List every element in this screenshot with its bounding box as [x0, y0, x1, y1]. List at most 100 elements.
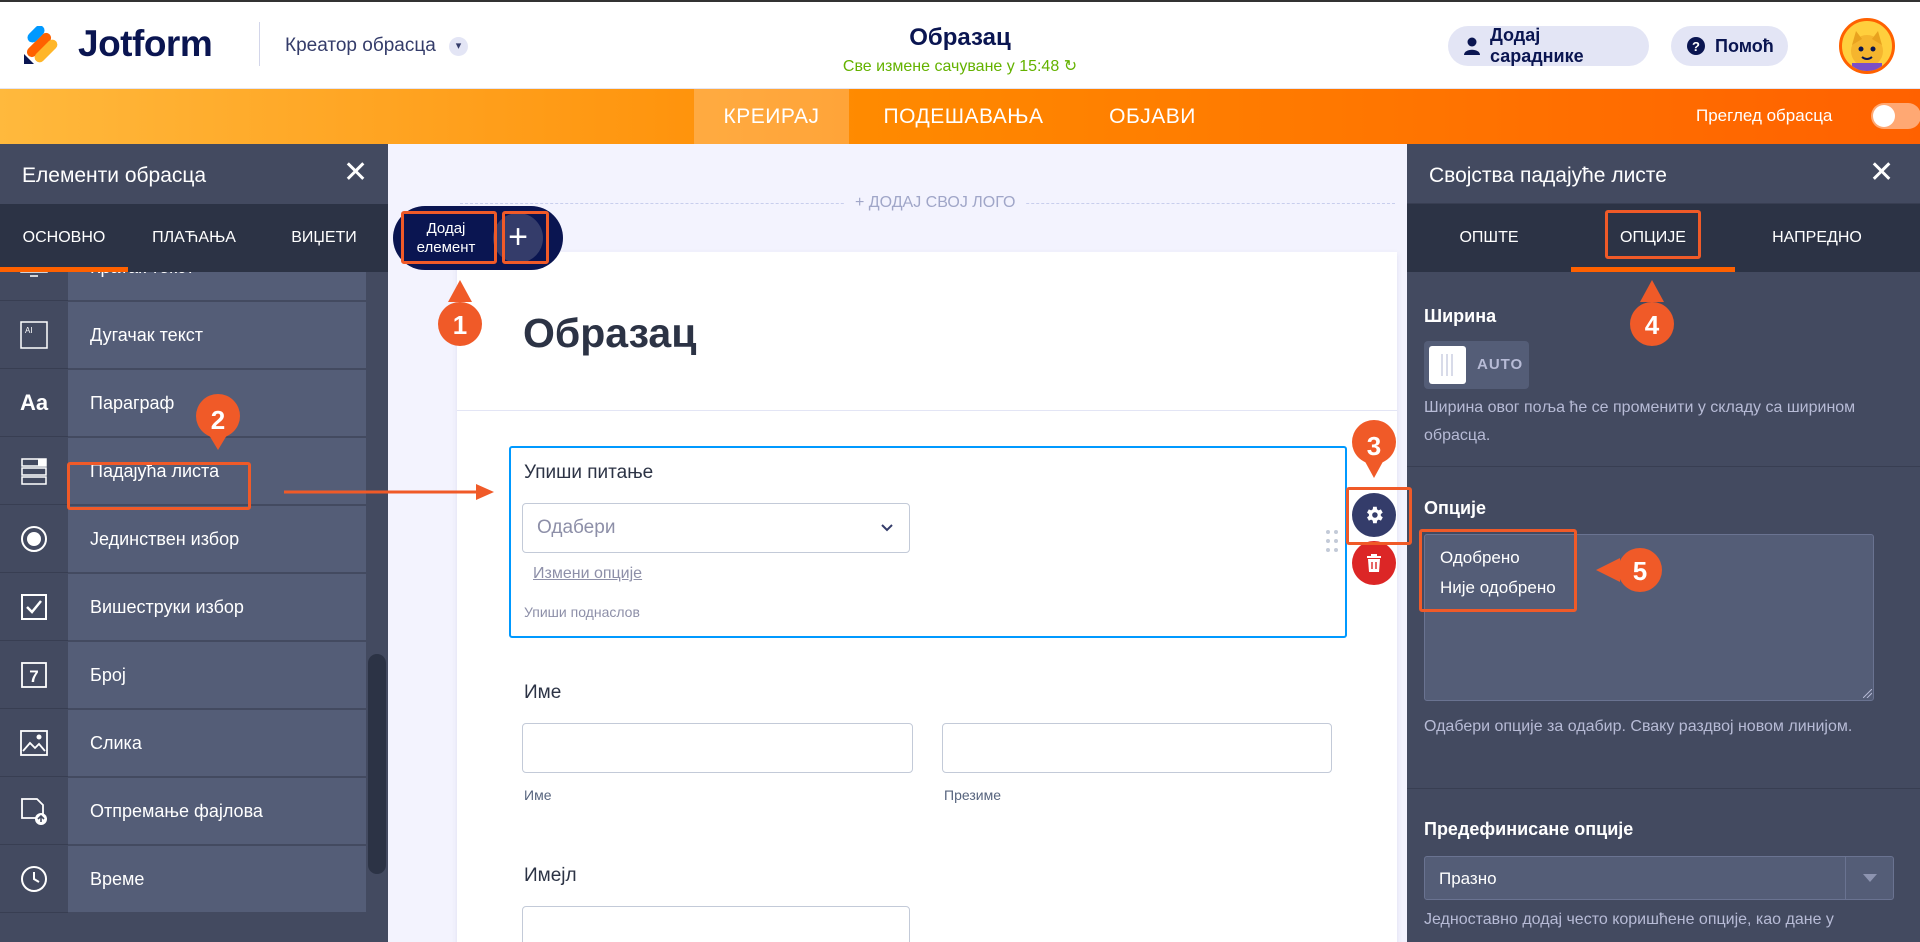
element-number[interactable]: 7 Број	[0, 642, 366, 710]
tab-general[interactable]: ОПШТЕ	[1407, 204, 1571, 272]
svg-text:7: 7	[29, 667, 38, 686]
name-field-label[interactable]: Име	[524, 682, 561, 704]
element-short-text[interactable]: ABC Кратак текст	[0, 272, 366, 302]
element-file-upload[interactable]: Отпремање фајлова	[0, 778, 366, 846]
width-slider-handle[interactable]	[1429, 346, 1466, 384]
select-arrow[interactable]	[1845, 857, 1893, 899]
clock-icon	[0, 846, 68, 913]
form-preview-toggle[interactable]	[1871, 103, 1920, 129]
delete-field-button[interactable]	[1352, 541, 1396, 585]
width-description: Ширина овог поља ће се променити у склад…	[1424, 399, 1856, 444]
elements-scrollbar[interactable]	[366, 272, 388, 942]
builder-nav-bar: КРЕИРАЈ ПОДЕШАВАЊА ОБЈАВИ Преглед обрасц…	[0, 89, 1920, 144]
form-preview-label: Преглед обрасца	[1696, 106, 1833, 125]
element-label: Време	[68, 846, 366, 913]
save-status: Све измене сачуване у 15:48 ↻	[842, 58, 1078, 75]
user-avatar[interactable]	[1839, 18, 1895, 74]
element-label: Отпремање фајлова	[68, 778, 366, 845]
add-logo-button[interactable]: + ДОДАЈ СВОЈ ЛОГО	[845, 194, 1026, 212]
properties-header: Својства падајуће листе ✕	[1407, 144, 1920, 204]
tab-create[interactable]: КРЕИРАЈ	[694, 89, 849, 144]
last-name-input[interactable]	[942, 723, 1332, 773]
chevron-down-icon[interactable]: ▾	[449, 37, 468, 56]
dropdown-select[interactable]: Одабери	[522, 503, 910, 553]
form-elements-header: Елементи обрасца ✕	[0, 144, 388, 204]
chevron-down-icon	[1863, 874, 1877, 882]
add-collaborators-button[interactable]: Додај сараднике	[1448, 25, 1649, 66]
element-image[interactable]: Слика	[0, 710, 366, 778]
number-icon: 7	[0, 642, 68, 709]
predefined-title: Предефинисане опције	[1424, 819, 1634, 839]
toggle-knob	[1873, 105, 1895, 127]
form-builder-menu[interactable]: Креатор обрасца	[285, 35, 436, 57]
annotation-marker-4: 4	[1630, 278, 1674, 346]
tab-advanced[interactable]: НАПРЕДНО	[1735, 204, 1899, 272]
drag-handle-icon[interactable]	[1325, 529, 1339, 553]
tab-publish[interactable]: ОБЈАВИ	[1090, 89, 1215, 144]
annotation-marker-1: 1	[438, 278, 482, 346]
annotation-highlight-dropdown	[67, 462, 251, 510]
annotation-highlight-options-list	[1419, 529, 1577, 612]
tab-widgets[interactable]: ВИЏЕТИ	[260, 204, 388, 272]
predefined-description: Једноставно додај често коришћене опције…	[1424, 911, 1834, 928]
width-value: AUTO	[1477, 356, 1524, 373]
dropdown-icon	[0, 438, 68, 505]
resize-handle-icon[interactable]	[1863, 689, 1872, 698]
annotation-highlight-gear	[1346, 487, 1412, 545]
predefined-options-select[interactable]: Празно	[1424, 856, 1894, 900]
dropdown-placeholder: Одабери	[537, 517, 616, 538]
annotation-highlight-plus	[502, 211, 549, 264]
width-title: Ширина	[1424, 306, 1497, 326]
element-label: Јединствен избор	[68, 506, 366, 573]
question-subtitle[interactable]: Упиши поднаслов	[524, 604, 640, 620]
short-text-icon: ABC	[0, 272, 68, 301]
chevron-down-icon	[881, 524, 893, 532]
last-name-sublabel: Презиме	[944, 787, 1001, 803]
image-icon	[0, 710, 68, 777]
radio-icon	[0, 506, 68, 573]
close-icon[interactable]: ✕	[1869, 158, 1894, 188]
element-multiple-choice[interactable]: Вишеструки избор	[0, 574, 366, 642]
annotation-arrow	[284, 484, 494, 500]
file-upload-icon	[0, 778, 68, 845]
scrollbar-thumb[interactable]	[368, 654, 386, 874]
form-elements-tabs: ОСНОВНО ПЛАЋАЊА ВИЏЕТИ	[0, 204, 388, 272]
predefined-value: Празно	[1439, 869, 1497, 888]
close-icon[interactable]: ✕	[343, 158, 368, 188]
jotform-logo-icon[interactable]	[22, 26, 62, 66]
form-title[interactable]: Образац	[760, 24, 1160, 52]
element-label: Кратак текст	[68, 272, 366, 301]
first-name-sublabel: Име	[524, 787, 552, 803]
width-auto-toggle[interactable]: AUTO	[1424, 341, 1529, 389]
section-divider	[1407, 788, 1920, 789]
paragraph-icon: Aa	[0, 370, 68, 437]
annotation-highlight-options-tab	[1605, 210, 1701, 259]
user-icon	[1464, 37, 1480, 55]
question-label[interactable]: Упиши питање	[524, 462, 653, 484]
annotation-marker-5: 5	[1594, 546, 1664, 604]
tab-payments[interactable]: ПЛАЋАЊА	[130, 204, 258, 272]
annotation-marker-2: 2	[196, 394, 240, 452]
element-time[interactable]: Време	[0, 846, 366, 914]
email-field-label[interactable]: Имејл	[524, 865, 577, 887]
element-single-choice[interactable]: Јединствен избор	[0, 506, 366, 574]
first-name-input[interactable]	[522, 723, 913, 773]
form-elements-panel: Елементи обрасца ✕ ОСНОВНО ПЛАЋАЊА ВИЏЕТ…	[0, 144, 388, 942]
header-divider	[259, 22, 260, 66]
element-label: Вишеструки избор	[68, 574, 366, 641]
logo-text[interactable]: Jotform	[78, 23, 213, 65]
element-long-text[interactable]: AI Дугачак текст	[0, 302, 366, 370]
form-heading[interactable]: Образац	[523, 310, 696, 357]
element-paragraph[interactable]: Aa Параграф	[0, 370, 366, 438]
tab-settings[interactable]: ПОДЕШАВАЊА	[866, 89, 1061, 144]
element-label: Број	[68, 642, 366, 709]
form-elements-list: ABC Кратак текст AI Дугачак текст Aa Пар…	[0, 272, 366, 942]
top-header: Jotform Креатор обрасца ▾ Образац Све из…	[0, 0, 1920, 89]
edit-options-link[interactable]: Измени опције	[533, 565, 642, 583]
annotation-highlight-add-element	[401, 211, 497, 264]
tab-basic[interactable]: ОСНОВНО	[0, 204, 128, 272]
svg-text:?: ?	[1692, 39, 1700, 54]
email-input[interactable]	[522, 906, 910, 942]
section-divider	[1407, 466, 1920, 467]
help-button[interactable]: ? Помоћ	[1671, 26, 1788, 66]
